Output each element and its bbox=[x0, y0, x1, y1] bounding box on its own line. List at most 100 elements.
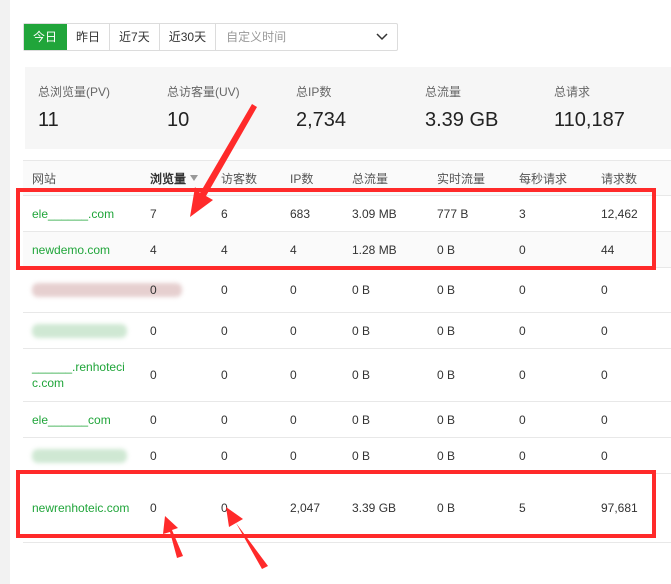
realtime-cell: 0 B bbox=[437, 242, 456, 257]
header-site: 网站 bbox=[32, 171, 57, 186]
requests-cell: 0 bbox=[601, 412, 608, 427]
filter-yesterday-button[interactable]: 昨日 bbox=[67, 24, 111, 50]
header-pv[interactable]: 浏览量 bbox=[150, 161, 199, 195]
filter-30days-button[interactable]: 近30天 bbox=[160, 24, 217, 50]
traffic-cell: 0 B bbox=[352, 283, 371, 297]
pv-cell: 0 bbox=[150, 283, 157, 297]
header-traffic: 总流量 bbox=[352, 171, 389, 186]
realtime-cell: 0 B bbox=[437, 283, 456, 297]
requests-cell: 44 bbox=[601, 242, 615, 257]
filter-today-button[interactable]: 今日 bbox=[24, 24, 68, 50]
header-realtime: 实时流量 bbox=[437, 171, 486, 186]
stat-requests-label: 总请求 bbox=[554, 85, 591, 99]
site-link[interactable]: ______.renhotecic.com bbox=[32, 349, 134, 401]
realtime-cell: 777 B bbox=[437, 206, 469, 221]
stat-traffic-value: 3.39 GB bbox=[425, 109, 499, 131]
uv-cell: 0 bbox=[221, 448, 228, 463]
stat-uv-label: 总访客量(UV) bbox=[167, 85, 240, 99]
traffic-cell: 3.09 MB bbox=[352, 206, 397, 221]
site-link[interactable] bbox=[32, 313, 127, 348]
ip-cell: 0 bbox=[290, 448, 297, 463]
site-link[interactable]: ele______.com bbox=[32, 196, 114, 231]
table-row: newdemo.com 4 4 4 1.28 MB 0 B 0 44 bbox=[23, 232, 671, 268]
site-link[interactable]: newdemo.com bbox=[32, 232, 110, 267]
pv-cell: 0 bbox=[150, 448, 157, 463]
sort-desc-icon[interactable] bbox=[190, 175, 199, 181]
pv-cell: 7 bbox=[150, 206, 157, 221]
date-filter-bar: 今日 昨日 近7天 近30天 自定义时间 bbox=[23, 23, 399, 51]
ip-cell: 0 bbox=[290, 323, 297, 338]
header-qps: 每秒请求 bbox=[519, 171, 568, 186]
pv-cell: 0 bbox=[150, 412, 157, 427]
uv-cell: 0 bbox=[221, 323, 228, 338]
stat-uv-value: 10 bbox=[167, 109, 190, 131]
qps-cell: 0 bbox=[519, 242, 526, 257]
qps-cell: 0 bbox=[519, 283, 526, 297]
redacted-site-name bbox=[32, 448, 127, 463]
qps-cell: 0 bbox=[519, 368, 526, 382]
pv-cell: 4 bbox=[150, 242, 157, 257]
table-row: ele______.com 7 6 683 3.09 MB 777 B 3 12,462 bbox=[23, 196, 671, 232]
table-row: 0 0 0 0 B 0 B 0 0 bbox=[23, 268, 671, 313]
traffic-cell: 1.28 MB bbox=[352, 242, 397, 257]
stat-ip-value: 2,734 bbox=[296, 109, 347, 131]
qps-cell: 0 bbox=[519, 448, 526, 463]
site-link-text[interactable]: ele______.com bbox=[32, 207, 114, 221]
site-link-text[interactable]: newrenhoteic.com bbox=[32, 500, 132, 516]
requests-cell: 0 bbox=[601, 283, 608, 297]
summary-block: 总浏览量(PV) 11 总访客量(UV) 10 总IP数 2,734 总流量 3… bbox=[25, 67, 671, 149]
table-row: newrenhoteic.com 0 0 2,047 3.39 GB 0 B 5 97,681 bbox=[23, 474, 671, 543]
header-requests: 请求数 bbox=[601, 171, 638, 186]
realtime-cell: 0 B bbox=[437, 323, 456, 338]
realtime-cell: 0 B bbox=[437, 448, 456, 463]
table-row: ele______com 0 0 0 0 B 0 B 0 0 bbox=[23, 402, 671, 438]
table-header-row: 网站 浏览量 访客数 IP数 总流量 实时流量 每秒请求 请求数 bbox=[23, 161, 671, 196]
ip-cell: 683 bbox=[290, 206, 311, 221]
ip-cell: 4 bbox=[290, 242, 297, 257]
site-link-text[interactable]: ele______com bbox=[32, 413, 111, 427]
uv-cell: 0 bbox=[221, 368, 228, 382]
custom-date-select[interactable]: 自定义时间 bbox=[216, 24, 397, 50]
site-link[interactable] bbox=[32, 268, 182, 312]
stat-pv-value: 11 bbox=[38, 109, 59, 131]
redacted-site-name bbox=[32, 283, 182, 297]
site-table: 网站 浏览量 访客数 IP数 总流量 实时流量 每秒请求 请求数 ele____… bbox=[23, 160, 671, 543]
realtime-cell: 0 B bbox=[437, 412, 456, 427]
redacted-site-name bbox=[32, 323, 127, 338]
requests-cell: 0 bbox=[601, 323, 608, 338]
site-link-text[interactable]: newdemo.com bbox=[32, 243, 110, 257]
site-link[interactable]: ele______com bbox=[32, 402, 111, 437]
pv-cell: 0 bbox=[150, 368, 157, 382]
realtime-cell: 0 B bbox=[437, 501, 456, 515]
qps-cell: 3 bbox=[519, 206, 526, 221]
pv-cell: 0 bbox=[150, 501, 157, 515]
stat-ip-label: 总IP数 bbox=[296, 85, 332, 99]
header-uv: 访客数 bbox=[221, 171, 258, 186]
stat-pv-label: 总浏览量(PV) bbox=[38, 85, 111, 99]
uv-cell: 4 bbox=[221, 242, 228, 257]
table-row: 0 0 0 0 B 0 B 0 0 bbox=[23, 313, 671, 349]
custom-date-placeholder: 自定义时间 bbox=[226, 30, 287, 44]
table-row: ______.renhotecic.com 0 0 0 0 B 0 B 0 0 bbox=[23, 349, 671, 402]
uv-cell: 0 bbox=[221, 412, 228, 427]
table-row: 0 0 0 0 B 0 B 0 0 bbox=[23, 438, 671, 474]
requests-cell: 0 bbox=[601, 368, 608, 382]
chevron-down-icon bbox=[376, 24, 388, 59]
stat-requests-value: 110,187 bbox=[554, 109, 625, 131]
site-link[interactable]: newrenhoteic.com bbox=[32, 474, 132, 542]
ip-cell: 2,047 bbox=[290, 501, 321, 515]
site-link-text[interactable]: ______.renhotecic.com bbox=[32, 359, 134, 391]
realtime-cell: 0 B bbox=[437, 368, 456, 382]
header-ip: IP数 bbox=[290, 171, 314, 186]
site-link[interactable] bbox=[32, 438, 127, 473]
qps-cell: 0 bbox=[519, 323, 526, 338]
qps-cell: 5 bbox=[519, 501, 526, 515]
traffic-cell: 0 B bbox=[352, 412, 371, 427]
uv-cell: 0 bbox=[221, 501, 228, 515]
traffic-cell: 0 B bbox=[352, 368, 371, 382]
ip-cell: 0 bbox=[290, 412, 297, 427]
filter-7days-button[interactable]: 近7天 bbox=[110, 24, 160, 50]
uv-cell: 0 bbox=[221, 283, 228, 297]
requests-cell: 97,681 bbox=[601, 501, 638, 515]
header-pv-label: 浏览量 bbox=[150, 171, 187, 186]
